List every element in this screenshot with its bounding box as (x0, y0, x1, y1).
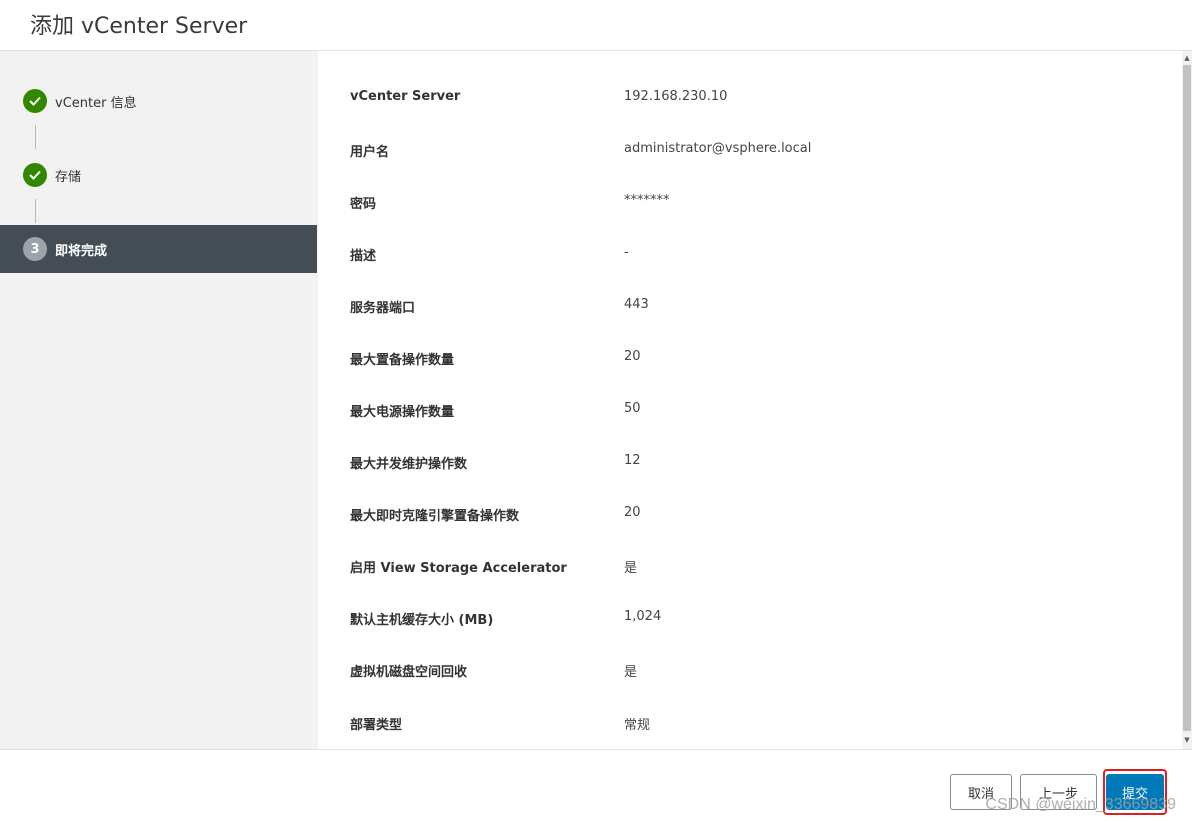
summary-row: vCenter Server 192.168.230.10 (350, 61, 1150, 113)
step-connector (35, 125, 36, 149)
summary-label: 虚拟机磁盘空间回收 (350, 665, 468, 680)
summary-value: 20 (624, 349, 641, 364)
summary-row: 虚拟机磁盘空间回收 是 (350, 633, 1150, 685)
summary-row: 启用 View Storage Accelerator 是 (350, 529, 1150, 581)
summary-label: 密码 (350, 197, 377, 212)
summary-label: 用户名 (350, 145, 390, 160)
vertical-scrollbar[interactable]: ▲ ▼ (1182, 51, 1192, 749)
summary-value: 20 (624, 505, 641, 520)
summary-value: administrator@vsphere.local (624, 141, 812, 156)
dialog-header: 添加 vCenter Server (0, 0, 1192, 51)
dialog-title: 添加 vCenter Server (30, 14, 248, 39)
scroll-thumb[interactable] (1183, 65, 1191, 731)
summary-label: 最大置备操作数量 (350, 353, 455, 368)
step-ready-to-complete[interactable]: 3 即将完成 (0, 225, 317, 273)
check-icon (23, 163, 47, 187)
step-vcenter-info[interactable]: vCenter 信息 (0, 77, 317, 125)
summary-value: 是 (624, 561, 638, 576)
wizard-steps-sidebar: vCenter 信息 存储 3 即将完成 (0, 51, 318, 749)
summary-label: 启用 View Storage Accelerator (350, 561, 567, 576)
summary-row: 描述 - (350, 217, 1150, 269)
step-number: 3 (23, 237, 47, 261)
summary-row: 部署类型 常规 (350, 686, 1150, 738)
watermark: CSDN @weixin_33669839 (985, 796, 1176, 813)
summary-label: 最大电源操作数量 (350, 405, 455, 420)
step-storage[interactable]: 存储 (0, 151, 317, 199)
summary-label: vCenter Server (350, 89, 461, 104)
summary-label: 描述 (350, 249, 377, 264)
summary-value: 1,024 (624, 609, 662, 624)
summary-label: 最大并发维护操作数 (350, 457, 468, 472)
summary-row: 最大即时克隆引擎置备操作数 20 (350, 477, 1150, 529)
summary-label: 默认主机缓存大小 (MB) (350, 613, 494, 628)
summary-row: 服务器端口 443 (350, 269, 1150, 321)
step-label: 即将完成 (55, 244, 108, 259)
summary-value: 50 (624, 401, 641, 416)
summary-panel: vCenter Server 192.168.230.10 用户名 admini… (318, 51, 1182, 749)
summary-value: - (624, 245, 629, 260)
summary-value: 常规 (624, 718, 651, 733)
summary-row: 最大电源操作数量 50 (350, 373, 1150, 425)
step-label: 存储 (55, 170, 82, 185)
summary-row: 用户名 administrator@vsphere.local (350, 113, 1150, 165)
summary-label: 部署类型 (350, 718, 403, 733)
step-connector (35, 199, 36, 223)
summary-label: 服务器端口 (350, 301, 416, 316)
summary-value: 是 (624, 665, 638, 680)
scroll-down-arrow-icon[interactable]: ▼ (1183, 735, 1191, 745)
summary-row: 默认主机缓存大小 (MB) 1,024 (350, 581, 1150, 633)
summary-value: 192.168.230.10 (624, 89, 728, 104)
dialog-footer: 取消 上一步 提交 CSDN @weixin_33669839 (0, 749, 1192, 822)
summary-label: 最大即时克隆引擎置备操作数 (350, 509, 520, 524)
check-icon (23, 89, 47, 113)
summary-value: ******* (624, 193, 670, 208)
summary-row: 最大置备操作数量 20 (350, 321, 1150, 373)
summary-row: 密码 ******* (350, 165, 1150, 217)
scroll-up-arrow-icon[interactable]: ▲ (1183, 53, 1191, 63)
summary-value: 443 (624, 297, 649, 312)
step-label: vCenter 信息 (55, 96, 137, 111)
summary-row: 最大并发维护操作数 12 (350, 425, 1150, 477)
summary-value: 12 (624, 453, 641, 468)
